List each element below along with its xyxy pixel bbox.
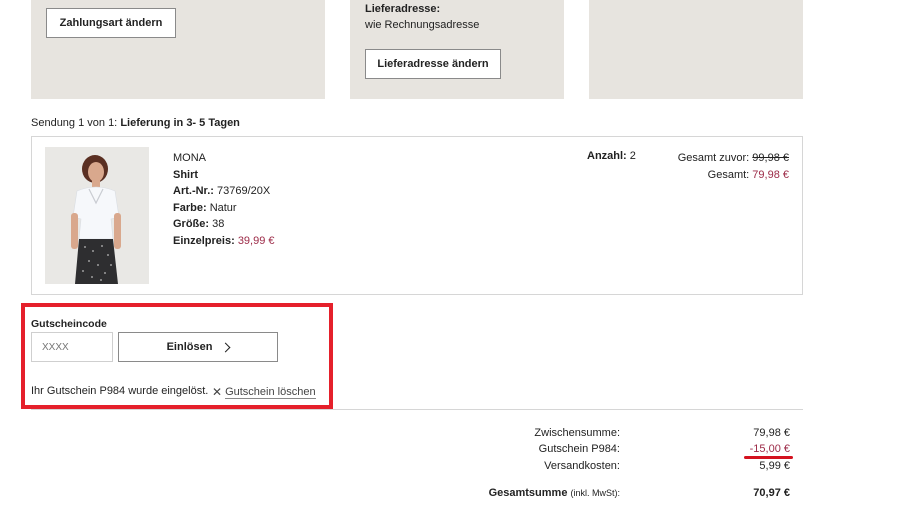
product-color: Farbe: Natur: [173, 201, 237, 214]
delete-voucher-link[interactable]: ✕ Gutschein löschen: [212, 385, 316, 399]
product-name: Shirt: [173, 168, 199, 181]
voucher-status-message: Ihr Gutschein P984 wurde eingelöst.: [31, 385, 209, 397]
product-brand: MONA: [173, 152, 206, 164]
extra-panel: [589, 0, 803, 99]
item-totals: Gesamt zuvor: 99,98 € Gesamt: 79,98 €: [678, 150, 789, 183]
change-delivery-address-button[interactable]: Lieferadresse ändern: [365, 49, 501, 79]
product-unit-price: Einzelpreis: 39,99 €: [173, 234, 275, 247]
shipment-heading: Sendung 1 von 1: Lieferung in 3- 5 Tagen: [31, 117, 240, 129]
close-icon: ✕: [212, 385, 223, 399]
chevron-right-icon: [220, 342, 231, 352]
summary-divider: [31, 409, 803, 410]
shipment-title: Lieferung in 3- 5 Tagen: [120, 117, 240, 129]
product-image[interactable]: [45, 147, 149, 284]
product-details: MONA Shirt Art.-Nr.: 73769/20X Farbe: Na…: [173, 150, 275, 249]
discount-highlight-underline: [744, 456, 793, 459]
change-payment-button[interactable]: Zahlungsart ändern: [46, 8, 176, 38]
grand-total-label: Gesamtsumme (inkl. MwSt):: [488, 487, 620, 499]
shipment-prefix: Sendung 1 von 1:: [31, 117, 118, 129]
delete-voucher-label: Gutschein löschen: [225, 385, 316, 399]
redeem-voucher-button[interactable]: Einlösen: [118, 332, 278, 362]
subtotal-value: 79,98 €: [753, 427, 790, 439]
delivery-address-label: Lieferadresse:: [365, 3, 441, 15]
product-size: Größe: 38: [173, 218, 225, 230]
total-after: Gesamt: 79,98 €: [707, 168, 789, 181]
voucher-discount-value: -15,00 €: [749, 443, 790, 455]
voucher-discount-label: Gutschein P984:: [538, 443, 620, 455]
subtotal-label: Zwischensumme:: [534, 427, 620, 439]
delivery-address-value: wie Rechnungsadresse: [365, 19, 480, 31]
shipping-label: Versandkosten:: [544, 460, 620, 472]
voucher-code-input[interactable]: [31, 332, 113, 362]
product-quantity: Anzahl: 2: [587, 150, 636, 162]
voucher-title: Gutscheincode: [31, 318, 107, 330]
redeem-label: Einlösen: [166, 341, 213, 353]
product-article: Art.-Nr.: 73769/20X: [173, 185, 271, 197]
total-before: Gesamt zuvor: 99,98 €: [677, 152, 789, 164]
grand-total-value: 70,97 €: [753, 487, 790, 499]
shipping-value: 5,99 €: [759, 460, 790, 472]
cart-item: MONA Shirt Art.-Nr.: 73769/20X Farbe: Na…: [31, 136, 803, 295]
